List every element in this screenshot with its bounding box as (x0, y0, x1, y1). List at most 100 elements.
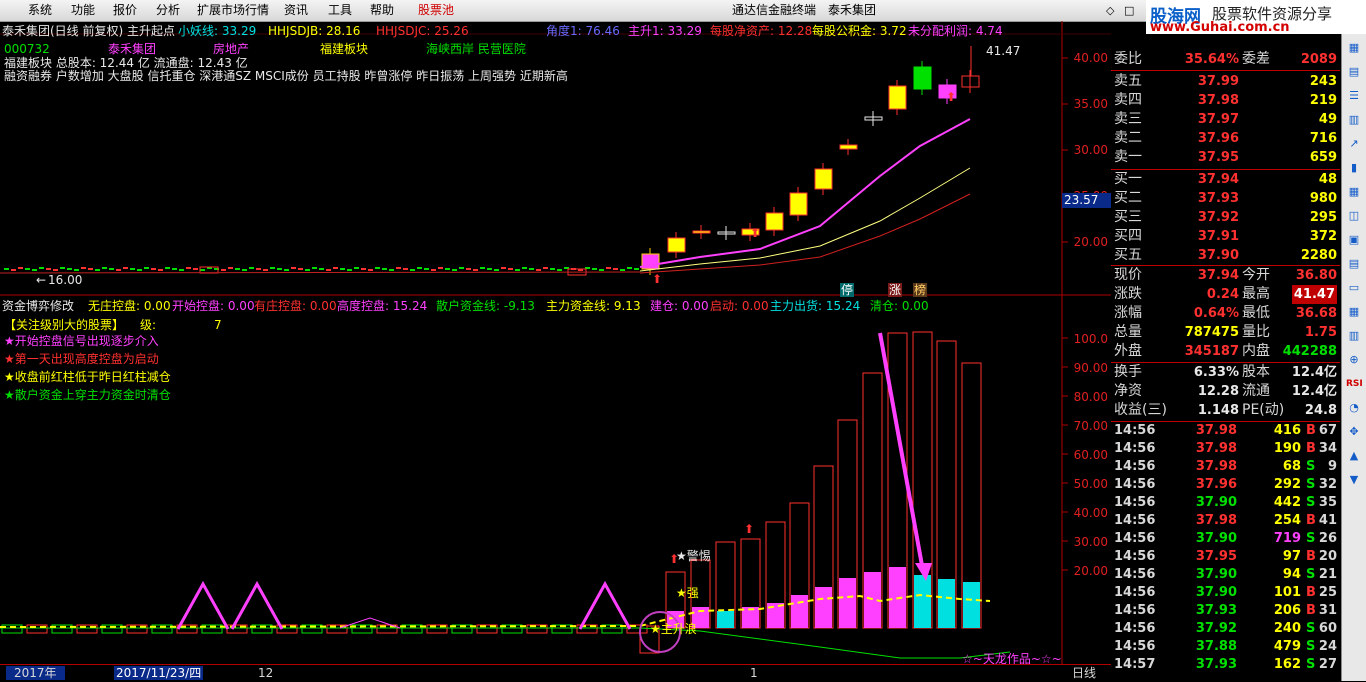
menu-item-quote[interactable]: 报价 (113, 0, 137, 21)
bid-row[interactable]: 买四 37.91 372 (1111, 227, 1340, 246)
menu-item-tools[interactable]: 工具 (328, 0, 352, 21)
tick-side: B (1306, 423, 1316, 438)
measure-icon[interactable]: ◔ (1346, 400, 1362, 416)
flat-candle (130, 268, 135, 270)
trend-icon[interactable]: ↗ (1346, 136, 1362, 152)
move-icon[interactable]: ✥ (1346, 424, 1362, 440)
menu-item-stock-pool[interactable]: 股票池 (418, 0, 454, 21)
menu-item-extended-market[interactable]: 扩展市场行情 (197, 0, 269, 21)
table-icon[interactable]: ▦ (1346, 184, 1362, 200)
ask-row[interactable]: 卖一 37.95 659 (1111, 148, 1340, 167)
stat-value: 1.75 (1304, 325, 1337, 340)
high-price-label: 41.47 (986, 44, 1021, 58)
flat-candle (613, 268, 618, 270)
ask-row[interactable]: 卖二 37.96 716 (1111, 129, 1340, 148)
column-icon[interactable]: ▥ (1346, 328, 1362, 344)
up-arrow-icon: ⬆ (744, 522, 754, 536)
sub-axis-label: 20.00 (1073, 564, 1108, 578)
legend-line: ★第一天出现高度控盘为启动 (4, 352, 159, 366)
stat-row: 涨幅 0.64% 最低 36.68 (1111, 304, 1340, 323)
tag-suspend: 停 (840, 283, 854, 297)
fund-value: 12.4亿 (1291, 384, 1337, 399)
flat-candle (109, 268, 114, 270)
flat-candle (151, 268, 156, 270)
stat-value: 442288 (1282, 344, 1337, 359)
brand-url: www.Guhai.com.cn (1150, 20, 1290, 35)
tick-volume: 479 (1273, 639, 1301, 654)
menu-item-analysis[interactable]: 分析 (156, 0, 180, 21)
bid-row[interactable]: 买五 37.90 2280 (1111, 246, 1340, 265)
kline-icon[interactable]: ▤ (1346, 64, 1362, 80)
panel-icon[interactable]: ▣ (1346, 232, 1362, 248)
list-icon[interactable]: ☰ (1346, 88, 1362, 104)
stat-row: 外盘 345187 内盘 442288 (1111, 342, 1340, 361)
ma-line-mid (639, 167, 971, 272)
rsi-icon[interactable]: RSI (1346, 376, 1363, 392)
tick-price: 37.90 (1195, 495, 1237, 510)
tile-icon[interactable]: ▦ (1346, 304, 1362, 320)
ask-row[interactable]: 卖四 37.98 219 (1111, 91, 1340, 110)
stock-industry: 房地产 (213, 42, 250, 56)
bid-row[interactable]: 买三 37.92 295 (1111, 208, 1340, 227)
tick-time: 14:56 (1114, 639, 1156, 654)
tick-price: 37.96 (1195, 477, 1237, 492)
bid-price: 37.92 (1197, 210, 1239, 225)
pointer-arrow (878, 332, 925, 572)
restore-window-icon[interactable]: ◇ (1106, 0, 1114, 21)
menu-item-help[interactable]: 帮助 (370, 0, 394, 21)
menu-item-function[interactable]: 功能 (71, 0, 95, 21)
stat-label: 外盘 (1114, 343, 1142, 359)
tick-price: 37.98 (1195, 459, 1237, 474)
bid-label: 买三 (1114, 209, 1142, 225)
ask-volume: 716 (1309, 131, 1337, 146)
document-icon[interactable]: ▭ (1346, 280, 1362, 296)
tick-time: 14:56 (1114, 567, 1156, 582)
tick-count: 26 (1318, 531, 1337, 546)
layout-icon[interactable]: ▤ (1346, 256, 1362, 272)
stock-code: 000732 (4, 42, 50, 56)
order-ratio-value: 35.64% (1184, 52, 1239, 67)
flat-candle (312, 267, 317, 269)
ask-volume: 243 (1309, 74, 1337, 89)
tick-time: 14:56 (1114, 495, 1156, 510)
sub-axis-label: 100.0 (1073, 332, 1108, 346)
candle-body (839, 144, 858, 150)
flat-candle (200, 269, 205, 271)
bid-volume: 48 (1318, 172, 1337, 187)
ask-row[interactable]: 卖三 37.97 49 (1111, 110, 1340, 129)
menu-item-system[interactable]: 系统 (28, 0, 52, 21)
flat-candle (116, 269, 121, 271)
menu-item-news[interactable]: 资讯 (284, 0, 308, 21)
bid-row[interactable]: 买二 37.93 980 (1111, 189, 1340, 208)
up-arrow-icon: ⬆ (750, 226, 760, 240)
flat-candle (599, 269, 604, 271)
sub-axis-label: 60.00 (1073, 448, 1108, 462)
period-label[interactable]: 日线 (1072, 666, 1096, 680)
chart-icon[interactable]: ▦ (1346, 40, 1362, 56)
tick-volume: 240 (1273, 621, 1301, 636)
bid-price: 37.90 (1197, 248, 1239, 263)
flat-candle (256, 268, 261, 270)
bid-row[interactable]: 买一 37.94 48 (1111, 170, 1340, 189)
flat-candle (179, 269, 184, 271)
fund-label: 净资 (1114, 383, 1142, 399)
order-diff-value: 2089 (1300, 52, 1337, 67)
flat-candle (452, 269, 457, 271)
arrow-down-icon[interactable]: ▼ (1346, 472, 1362, 488)
window-icon[interactable]: ◫ (1346, 208, 1362, 224)
tick-volume: 101 (1273, 585, 1301, 600)
flat-candle (123, 267, 128, 269)
tick-time: 14:56 (1114, 549, 1156, 564)
zoom-icon[interactable]: ⊕ (1346, 352, 1362, 368)
brand-watermark: 股海网 股票软件资源分享 www.Guhai.com.cn (1146, 0, 1366, 35)
grid-icon[interactable]: ▥ (1346, 112, 1362, 128)
ask-label: 卖三 (1114, 111, 1142, 127)
ask-row[interactable]: 卖五 37.99 243 (1111, 72, 1340, 91)
sub-zlch: 主力出货: 15.24 (770, 299, 861, 313)
bars-icon[interactable]: ▮ (1346, 160, 1362, 176)
maximize-window-icon[interactable]: □ (1124, 0, 1134, 21)
arrow-up-icon[interactable]: ▲ (1346, 448, 1362, 464)
tick-price: 37.93 (1195, 657, 1237, 672)
tick-row: 14:56 37.95 97 B 20 (1111, 549, 1340, 568)
kline-chart[interactable]: ⬆⬆⬆←⬆⬆ (0, 21, 1111, 681)
